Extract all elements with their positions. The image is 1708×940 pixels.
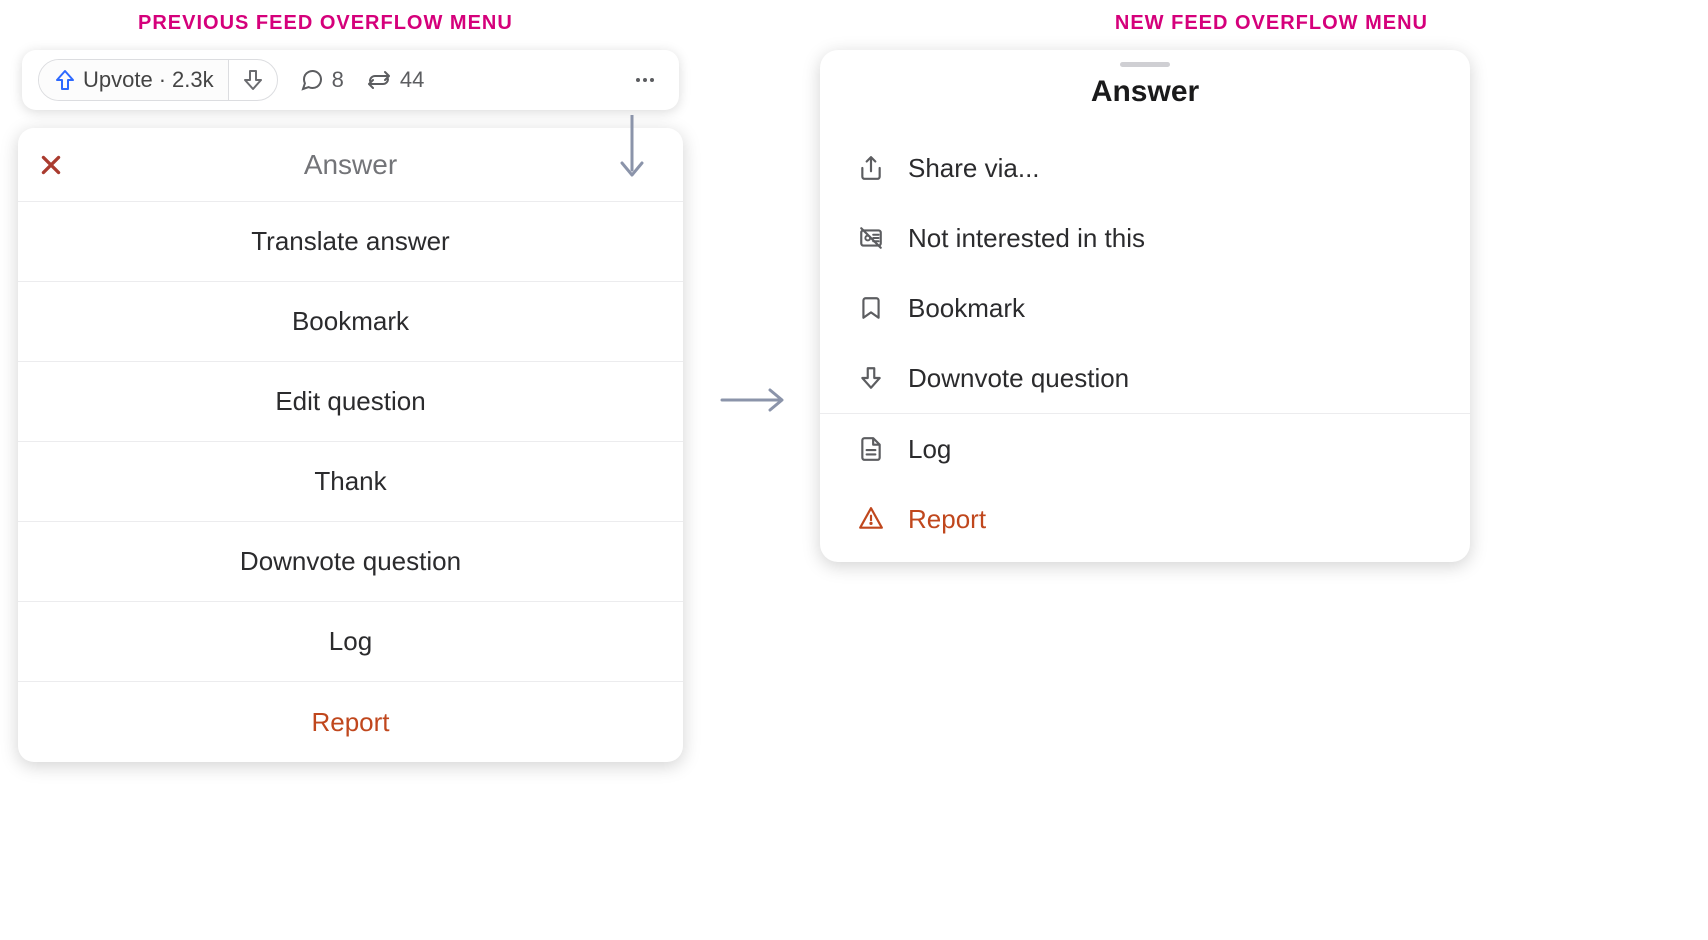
comment-count: 8 (332, 67, 344, 93)
reshare-button[interactable]: 44 (366, 67, 424, 93)
close-icon (38, 152, 64, 178)
vote-pill: Upvote · 2.3k (38, 59, 278, 101)
upvote-count: 2.3k (172, 67, 214, 93)
share-icon (856, 153, 886, 183)
menu-item-label: Log (908, 434, 951, 465)
menu-item-edit-question[interactable]: Edit question (18, 362, 683, 442)
menu-item-report[interactable]: Report (18, 682, 683, 762)
menu-item-downvote-question-new[interactable]: Downvote question (820, 343, 1470, 413)
downvote-icon (856, 363, 886, 393)
new-menu-label: NEW FEED OVERFLOW MENU (1115, 12, 1428, 35)
comments-button[interactable]: 8 (300, 67, 344, 93)
bookmark-icon (856, 293, 886, 323)
overflow-button[interactable] (627, 62, 663, 98)
previous-menu-header: Answer (18, 128, 683, 202)
previous-overflow-menu: Answer Translate answer Bookmark Edit qu… (18, 128, 683, 762)
report-icon (856, 504, 886, 534)
menu-item-label: Share via... (908, 153, 1040, 184)
menu-item-log-new[interactable]: Log (820, 414, 1470, 484)
menu-item-share[interactable]: Share via... (820, 133, 1470, 203)
close-button[interactable] (38, 152, 64, 178)
menu-item-label: Report (908, 504, 986, 535)
not-interested-icon (856, 223, 886, 253)
menu-item-label: Downvote question (908, 363, 1129, 394)
transition-arrow-icon (720, 385, 790, 415)
comment-icon (300, 68, 324, 92)
menu-item-label: Bookmark (908, 293, 1025, 324)
new-overflow-menu: Answer Share via... Not interested in th… (820, 50, 1470, 562)
reshare-icon (366, 68, 392, 92)
upvote-button[interactable]: Upvote · 2.3k (39, 60, 229, 100)
more-horizontal-icon (633, 68, 657, 92)
downvote-icon (241, 68, 265, 92)
menu-item-downvote-question[interactable]: Downvote question (18, 522, 683, 602)
upvote-label: Upvote (83, 67, 153, 93)
sheet-drag-handle[interactable] (1120, 62, 1170, 67)
post-action-bar: Upvote · 2.3k 8 (22, 50, 679, 110)
menu-item-not-interested[interactable]: Not interested in this (820, 203, 1470, 273)
menu-item-report-new[interactable]: Report (820, 484, 1470, 554)
downvote-button[interactable] (229, 60, 277, 100)
menu-item-bookmark-new[interactable]: Bookmark (820, 273, 1470, 343)
menu-item-bookmark[interactable]: Bookmark (18, 282, 683, 362)
dot-separator: · (159, 67, 166, 93)
menu-item-label: Not interested in this (908, 223, 1145, 254)
menu-item-log[interactable]: Log (18, 602, 683, 682)
upvote-icon (53, 68, 77, 92)
reshare-count: 44 (400, 67, 424, 93)
new-menu-title: Answer (820, 75, 1470, 109)
overflow-arrow-icon (612, 115, 652, 185)
menu-item-translate[interactable]: Translate answer (18, 202, 683, 282)
previous-menu-title: Answer (304, 149, 397, 181)
menu-item-thank[interactable]: Thank (18, 442, 683, 522)
log-icon (856, 434, 886, 464)
previous-menu-label: PREVIOUS FEED OVERFLOW MENU (138, 12, 513, 35)
